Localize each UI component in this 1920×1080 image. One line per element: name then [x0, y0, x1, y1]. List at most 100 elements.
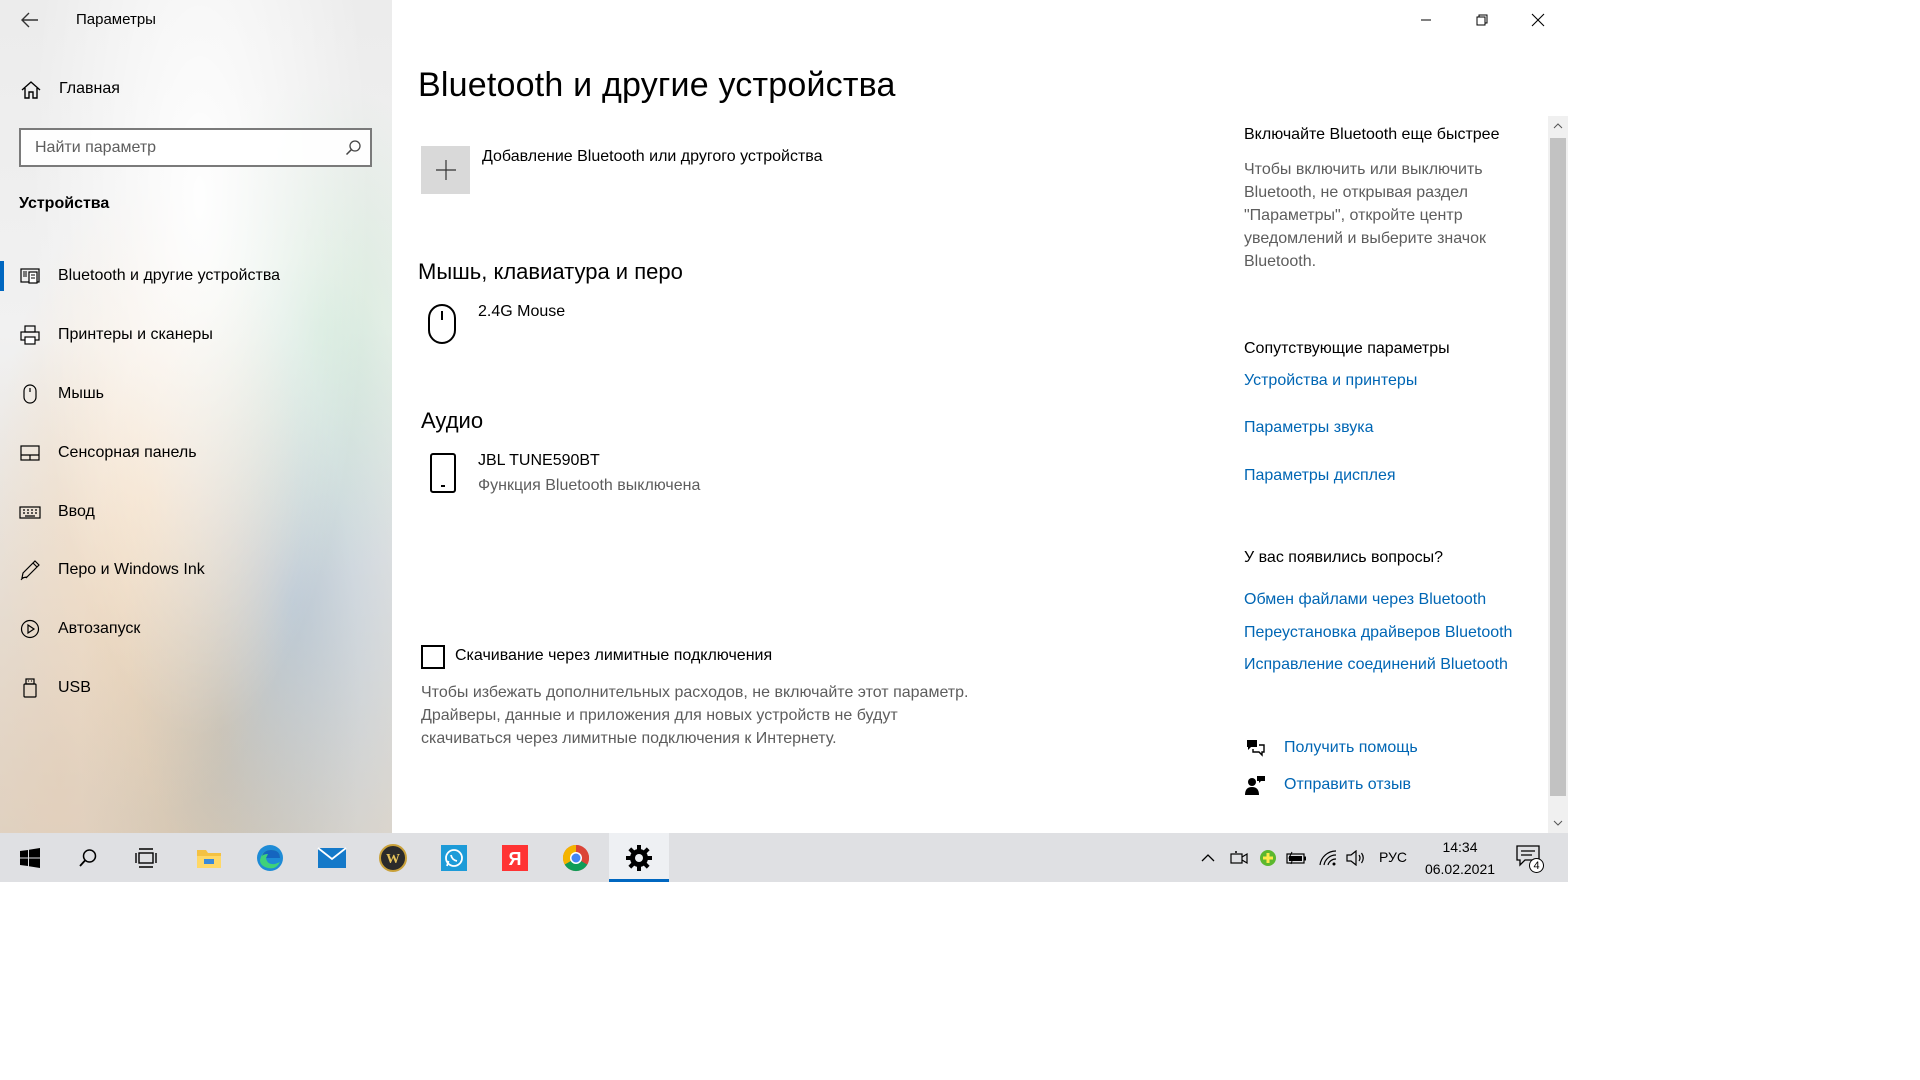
restore-button[interactable] — [1454, 0, 1510, 40]
metered-download-description: Чтобы избежать дополнительных расходов, … — [421, 684, 969, 747]
sidebar: Параметры Главная Устройства Bluetooth и… — [0, 0, 392, 833]
sidebar-item-label: Перо и Windows Ink — [58, 561, 205, 579]
antivirus-icon — [1260, 849, 1276, 866]
sidebar-item-label: Принтеры и сканеры — [58, 326, 213, 344]
link-display-settings[interactable]: Параметры дисплея — [1244, 467, 1396, 485]
tip-title: Включайте Bluetooth еще быстрее — [1244, 126, 1500, 143]
home-nav-item[interactable]: Главная — [0, 70, 392, 110]
whatsapp-button[interactable] — [424, 833, 484, 882]
group-heading-mouse-keyboard-pen: Мышь, клавиатура и перо — [418, 259, 683, 284]
feedback-person-icon — [1244, 774, 1266, 796]
sidebar-item-usb[interactable]: USB — [0, 659, 392, 718]
sidebar-item-mouse[interactable]: Мышь — [0, 365, 392, 424]
scroll-thumb[interactable] — [1550, 138, 1566, 796]
plus-icon — [435, 160, 456, 180]
get-help-link[interactable]: Получить помощь — [1244, 735, 1418, 761]
start-icon — [20, 847, 40, 868]
scrollbar[interactable] — [1548, 116, 1568, 833]
autoplay-icon — [19, 618, 41, 640]
yandex-icon: Я — [502, 844, 528, 871]
clock-time[interactable]: 14:34 — [1440, 839, 1480, 855]
wifi-icon — [1319, 849, 1337, 865]
tray-app-icon[interactable] — [1256, 833, 1280, 882]
page-title: Bluetooth и другие устройства — [418, 66, 896, 104]
sidebar-item-printers[interactable]: Принтеры и сканеры — [0, 306, 392, 365]
link-reinstall-drivers[interactable]: Переустановка драйверов Bluetooth — [1244, 624, 1512, 642]
add-device-button[interactable] — [421, 146, 470, 194]
mouse-icon — [19, 383, 41, 405]
volume-icon — [1346, 849, 1364, 866]
device-name[interactable]: 2.4G Mouse — [478, 303, 565, 321]
group-heading-audio: Аудио — [421, 408, 484, 433]
sidebar-item-pen[interactable]: Перо и Windows Ink — [0, 541, 392, 600]
back-button[interactable] — [14, 6, 46, 34]
tray-meet-now[interactable] — [1227, 833, 1251, 882]
home-icon — [21, 81, 41, 99]
device-name[interactable]: JBL TUNE590BT — [478, 452, 600, 470]
notification-center-button[interactable]: 4 — [1512, 843, 1546, 873]
link-sound-settings[interactable]: Параметры звука — [1244, 419, 1373, 437]
sidebar-item-bluetooth[interactable]: Bluetooth и другие устройства — [0, 247, 392, 306]
feedback-label[interactable]: Отправить отзыв — [1284, 776, 1411, 794]
edge-button[interactable] — [240, 833, 300, 882]
file-explorer-button[interactable] — [179, 833, 239, 882]
scroll-up-button[interactable] — [1548, 116, 1568, 136]
wow-button[interactable]: W — [363, 833, 423, 882]
close-button[interactable] — [1510, 0, 1566, 40]
metered-download-checkbox[interactable] — [421, 645, 445, 669]
taskbar: W Я РУС 14:34 06.02.2021 4 — [0, 833, 1568, 882]
wow-icon: W — [379, 843, 407, 872]
get-help-label[interactable]: Получить помощь — [1284, 739, 1418, 757]
start-button[interactable] — [0, 833, 60, 882]
device-status: Функция Bluetooth выключена — [478, 477, 701, 494]
sidebar-item-input[interactable]: Ввод — [0, 482, 392, 541]
mail-button[interactable] — [302, 833, 362, 882]
tip-text: Чтобы включить или выключить Bluetooth, … — [1244, 161, 1487, 270]
sidebar-nav: Bluetooth и другие устройства Принтеры и… — [0, 247, 392, 717]
yandex-button[interactable]: Я — [485, 833, 545, 882]
minimize-icon — [1421, 19, 1431, 21]
minimize-button[interactable] — [1398, 0, 1454, 40]
show-hidden-icons-button[interactable] — [1196, 833, 1220, 882]
tray-volume[interactable] — [1344, 833, 1368, 882]
settings-taskbar-button[interactable] — [609, 833, 669, 882]
sidebar-item-label: Bluetooth и другие устройства — [58, 267, 281, 285]
taskbar-search-button[interactable] — [58, 833, 118, 882]
restore-icon — [1476, 14, 1488, 26]
metered-download-label[interactable]: Скачивание через лимитные подключения — [455, 647, 772, 665]
sidebar-item-label: USB — [58, 678, 91, 696]
link-file-transfer[interactable]: Обмен файлами через Bluetooth — [1244, 591, 1486, 609]
tray-wifi[interactable] — [1316, 833, 1340, 882]
file-explorer-icon — [197, 849, 221, 868]
search-input[interactable] — [21, 130, 331, 165]
feedback-link[interactable]: Отправить отзыв — [1244, 772, 1411, 798]
chrome-icon — [562, 844, 590, 871]
sidebar-item-label: Мышь — [58, 384, 104, 402]
search-box[interactable] — [19, 128, 372, 167]
search-icon[interactable] — [345, 139, 362, 156]
link-fix-connections[interactable]: Исправление соединений Bluetooth — [1244, 656, 1508, 674]
printer-icon — [19, 324, 41, 346]
close-icon — [1531, 13, 1545, 27]
touchpad-icon — [19, 442, 41, 464]
task-view-icon — [135, 847, 157, 868]
keyboard-icon — [19, 501, 41, 523]
whatsapp-icon — [441, 844, 467, 871]
sidebar-item-autoplay[interactable]: Автозапуск — [0, 600, 392, 659]
settings-icon — [626, 844, 652, 871]
clock-date[interactable]: 06.02.2021 — [1420, 861, 1500, 877]
mouse-icon — [426, 302, 458, 346]
pen-icon — [19, 559, 41, 581]
input-language[interactable]: РУС — [1379, 849, 1407, 865]
link-devices-printers[interactable]: Устройства и принтеры — [1244, 372, 1417, 390]
home-label: Главная — [59, 80, 120, 97]
scroll-down-button[interactable] — [1548, 813, 1568, 833]
task-view-button[interactable] — [116, 833, 176, 882]
add-device-label[interactable]: Добавление Bluetooth или другого устройс… — [482, 148, 823, 166]
battery-icon — [1286, 851, 1306, 864]
tray-battery[interactable] — [1285, 833, 1309, 882]
chrome-button[interactable] — [546, 833, 606, 882]
chevron-up-icon — [1201, 853, 1215, 861]
related-settings-title: Сопутствующие параметры — [1244, 340, 1450, 357]
sidebar-item-touchpad[interactable]: Сенсорная панель — [0, 423, 392, 482]
